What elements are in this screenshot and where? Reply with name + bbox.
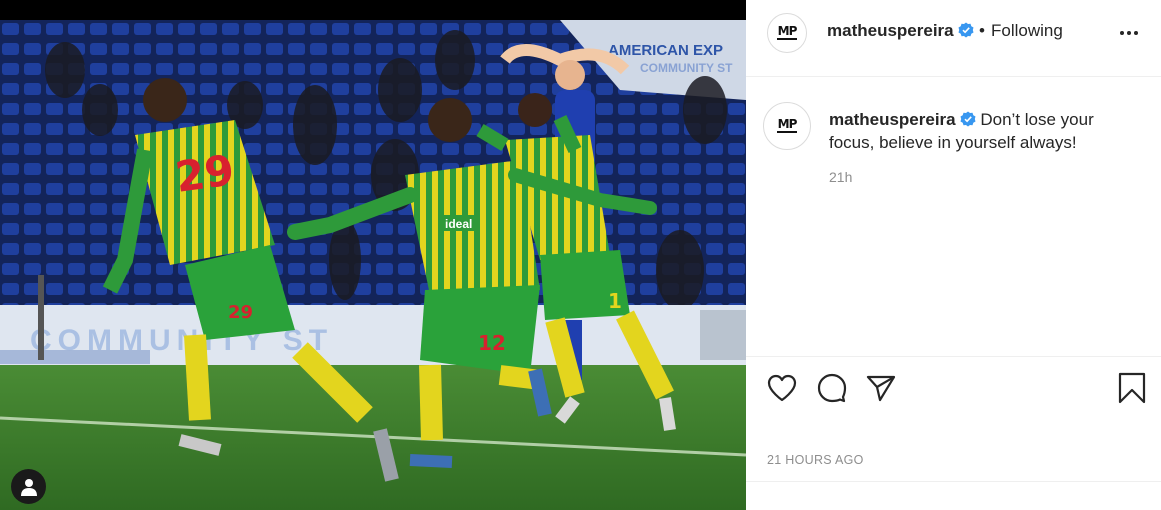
ellipsis-icon <box>1120 31 1124 35</box>
comment-box-divider <box>746 481 1161 482</box>
banner-text-2: COMMUNITY ST <box>640 61 733 75</box>
save-button[interactable] <box>1116 372 1148 404</box>
shorts-number-left: 29 <box>228 302 253 323</box>
caption-avatar-logo-text: MP <box>776 117 798 133</box>
bookmark-icon <box>1118 372 1146 404</box>
user-tags-button[interactable] <box>11 469 46 504</box>
header-separator: • <box>979 21 985 40</box>
jersey-number-right: 1 <box>608 289 622 313</box>
paper-plane-icon <box>866 375 896 402</box>
ellipsis-icon-dot <box>1127 31 1131 35</box>
post-image: AMERICAN EXP COMMUNITY ST COMMUNITY ST 1… <box>0 0 746 510</box>
verified-badge-icon <box>958 22 974 38</box>
share-button[interactable] <box>865 372 897 404</box>
caption-username[interactable]: matheuspereira <box>829 110 956 129</box>
avatar[interactable]: MP <box>767 13 807 53</box>
heart-icon <box>767 374 797 402</box>
comment-button[interactable] <box>816 372 848 404</box>
comment-icon <box>817 373 847 403</box>
post-timestamp[interactable]: 21 HOURS AGO <box>767 453 864 467</box>
user-tag-icon <box>20 478 37 496</box>
header-username-link[interactable]: matheuspereira <box>827 21 974 41</box>
actions-divider <box>746 356 1161 357</box>
shorts-number-center: 12 <box>478 331 506 355</box>
more-options-button[interactable] <box>1114 26 1144 40</box>
header-username: matheuspereira <box>827 21 954 40</box>
sponsor-text: ideal <box>445 217 472 231</box>
like-button[interactable] <box>766 372 798 404</box>
post-sidebar: MP matheuspereira • Following MP matheus… <box>746 0 1161 510</box>
jersey-number-left: 29 <box>172 145 237 202</box>
avatar-logo-text: MP <box>776 24 798 40</box>
caption: matheuspereira Don’t lose your focus, be… <box>829 108 1129 154</box>
post-photo[interactable]: AMERICAN EXP COMMUNITY ST COMMUNITY ST 1… <box>0 0 746 510</box>
caption-avatar[interactable]: MP <box>763 102 811 150</box>
banner-text: AMERICAN EXP <box>608 42 723 59</box>
caption-time[interactable]: 21h <box>829 169 852 185</box>
verified-badge-icon <box>960 111 976 127</box>
ellipsis-icon-dot <box>1134 31 1138 35</box>
following-button[interactable]: Following <box>991 21 1063 41</box>
post-header: MP matheuspereira • Following <box>746 0 1161 77</box>
